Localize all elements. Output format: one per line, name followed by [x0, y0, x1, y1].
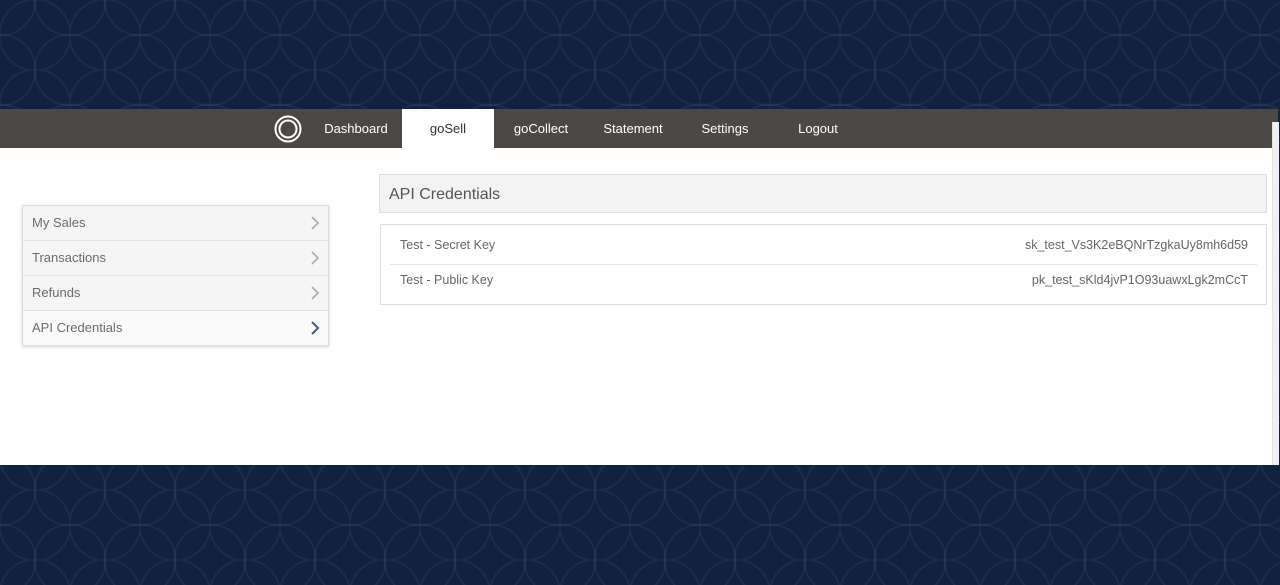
chevron-right-icon: [311, 286, 320, 300]
sidebar-item-my-sales[interactable]: My Sales: [23, 206, 328, 241]
nav-dashboard[interactable]: Dashboard: [317, 109, 395, 148]
credential-label: Test - Public Key: [400, 273, 494, 287]
scrollbar[interactable]: [1272, 122, 1279, 465]
secret-key-value[interactable]: sk_test_Vs3K2eBQNrTzgkaUy8mh6d59: [1025, 227, 1248, 264]
sidebar-item-label: Transactions: [32, 250, 106, 265]
sidebar-item-transactions[interactable]: Transactions: [23, 241, 328, 276]
credentials-panel: Test - Secret Key sk_test_Vs3K2eBQNrTzgk…: [380, 224, 1267, 305]
nav-logout[interactable]: Logout: [790, 109, 846, 148]
ring-logo-icon[interactable]: [274, 115, 302, 143]
top-navbar: Dashboard goSell goCollect Statement Set…: [0, 109, 1278, 148]
nav-gosell[interactable]: goSell: [402, 109, 494, 148]
nav-gocollect[interactable]: goCollect: [506, 109, 576, 148]
sidebar-item-label: My Sales: [32, 215, 86, 230]
credential-row-public: Test - Public Key pk_test_sKld4jvP1O93ua…: [390, 262, 1257, 299]
sidebar-item-refunds[interactable]: Refunds: [23, 276, 328, 311]
credential-label: Test - Secret Key: [400, 238, 496, 252]
gosell-sidebar: My Sales Transactions Refunds API Creden…: [22, 205, 329, 346]
chevron-right-icon: [311, 251, 320, 265]
sidebar-item-label: API Credentials: [32, 320, 123, 335]
sidebar-item-label: Refunds: [32, 285, 81, 300]
nav-statement[interactable]: Statement: [596, 109, 670, 148]
sidebar-item-api-credentials[interactable]: API Credentials: [23, 311, 328, 345]
chevron-right-icon: [311, 216, 320, 230]
main-content: My Sales Transactions Refunds API Creden…: [0, 148, 1272, 465]
nav-settings[interactable]: Settings: [694, 109, 756, 148]
public-key-value[interactable]: pk_test_sKld4jvP1O93uawxLgk2mCcT: [1032, 262, 1248, 299]
credential-row-secret: Test - Secret Key sk_test_Vs3K2eBQNrTzgk…: [390, 227, 1257, 265]
panel-title: API Credentials: [379, 174, 1267, 213]
chevron-right-icon: [311, 321, 320, 335]
